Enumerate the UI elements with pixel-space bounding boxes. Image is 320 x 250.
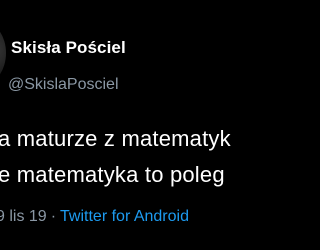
tweet-meta: 9 lis 19 · Twitter for Android — [0, 208, 189, 226]
tweet-date[interactable]: 9 lis 19 — [0, 208, 47, 225]
tweet-card: Skisła Pościel @SkislaPosciel a maturze … — [0, 0, 300, 250]
meta-separator: · — [50, 208, 57, 225]
tweet-text-line-1: a maturze z matematyk — [0, 126, 231, 151]
tweet-text-line-2: e matematyka to poleg — [0, 162, 225, 187]
avatar[interactable] — [0, 22, 6, 84]
author-display-name[interactable]: Skisła Pościel — [11, 38, 126, 58]
tweet-source-link[interactable]: Twitter for Android — [60, 208, 189, 225]
author-handle[interactable]: @SkislaPosciel — [8, 76, 119, 94]
